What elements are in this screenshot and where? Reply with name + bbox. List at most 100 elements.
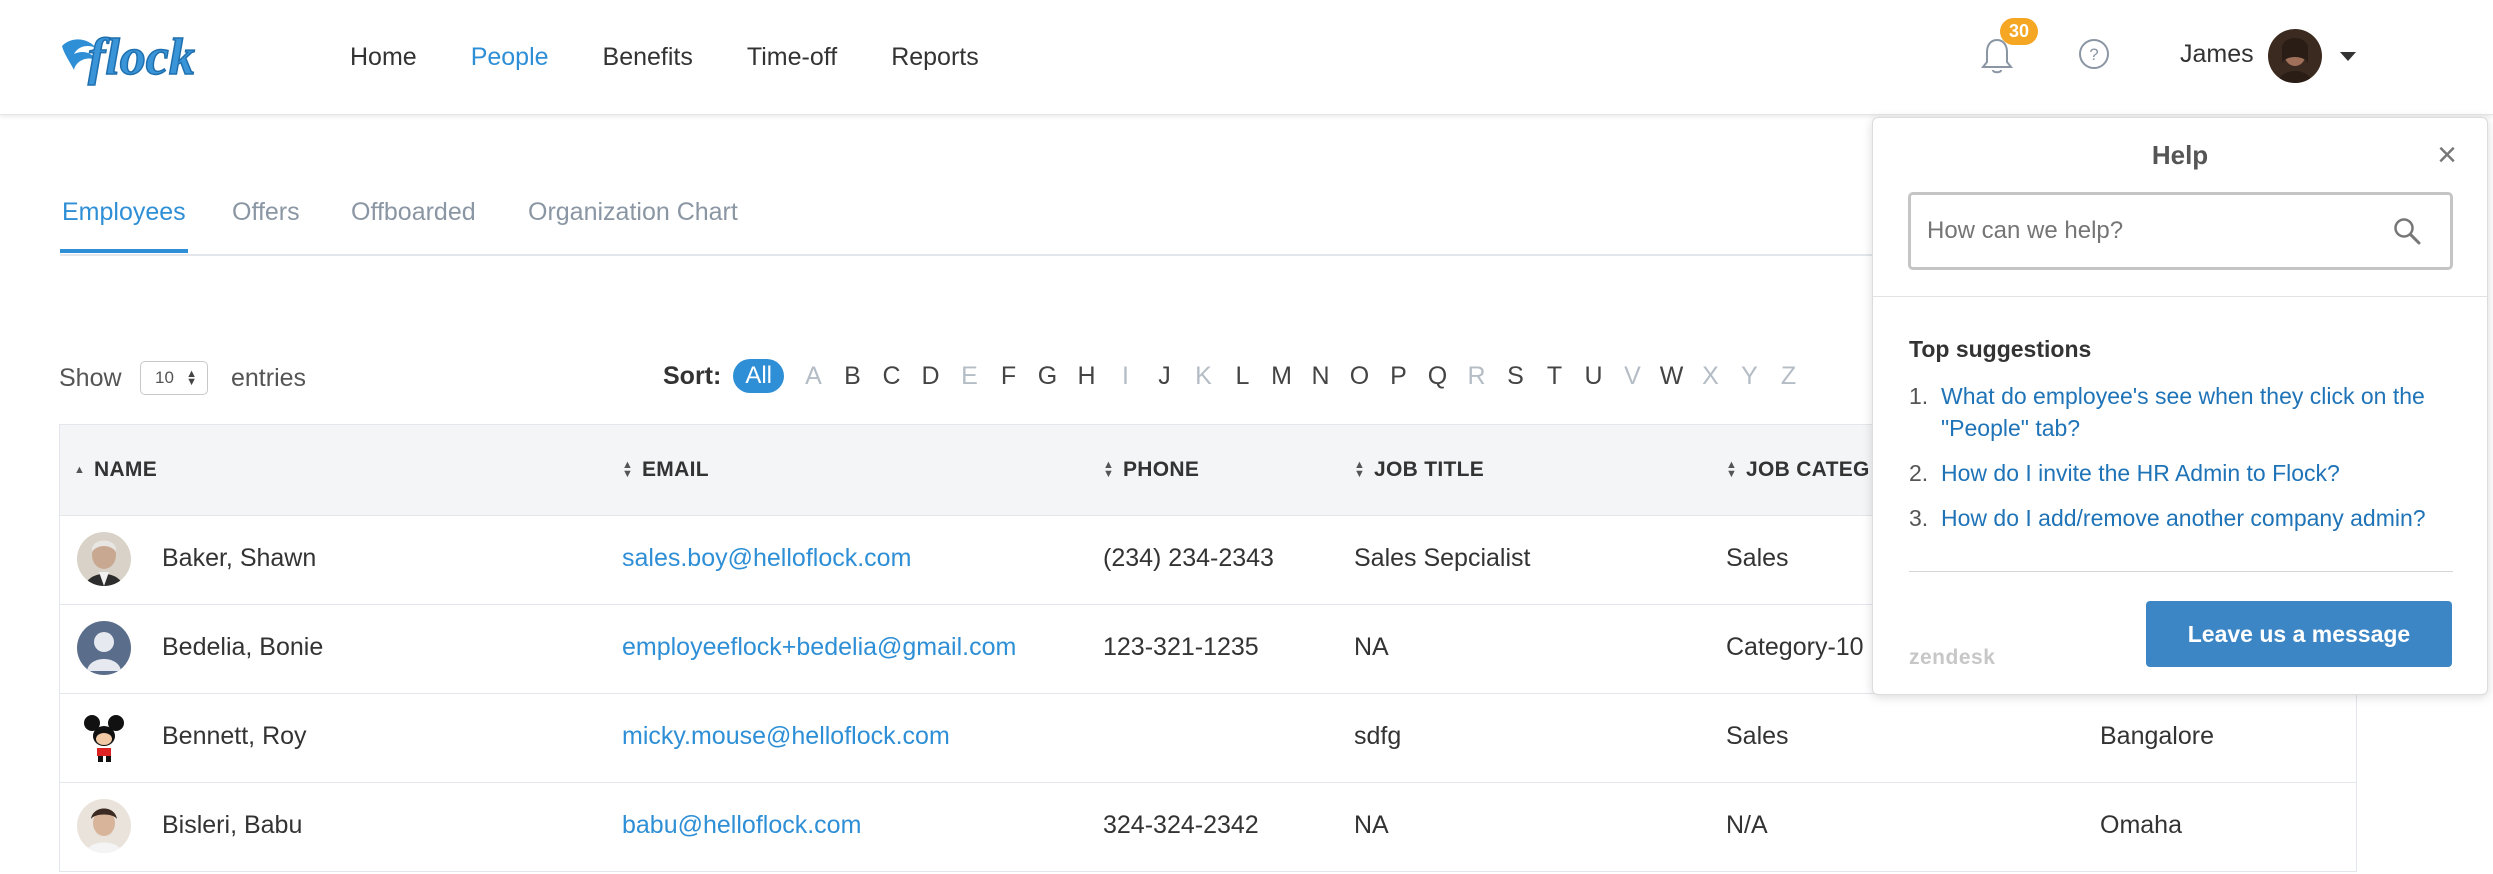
sort-letter-u[interactable]: U — [1574, 362, 1613, 391]
employee-job-category: N/A — [1726, 811, 1768, 839]
help-search-input[interactable] — [1908, 192, 2453, 270]
table-row[interactable]: Bennett, Roy micky.mouse@helloflock.com … — [60, 694, 2356, 783]
zendesk-brand[interactable]: zendesk — [1909, 646, 1995, 670]
employee-email[interactable]: sales.boy@helloflock.com — [622, 544, 911, 573]
suggestion-item: 3. How do I add/remove another company a… — [1909, 502, 2449, 534]
employee-name[interactable]: Bennett, Roy — [162, 722, 307, 751]
show-label: Show — [59, 364, 122, 392]
employee-name[interactable]: Bedelia, Bonie — [162, 633, 323, 662]
suggestion-link[interactable]: What do employee's see when they click o… — [1941, 380, 2449, 444]
employee-job-category: Category-10 — [1726, 633, 1864, 661]
employee-phone: 123-321-1235 — [1103, 633, 1259, 661]
employee-email[interactable]: babu@helloflock.com — [622, 811, 861, 840]
col-header-job-title[interactable]: ▲ ▼ JOB TITLE — [1354, 458, 1484, 482]
help-footer-divider — [1909, 571, 2453, 572]
sort-letter-s[interactable]: S — [1496, 362, 1535, 391]
sort-label: Sort: — [663, 361, 722, 390]
employee-avatar — [77, 799, 131, 853]
employee-job-category: Sales — [1726, 722, 1789, 750]
employee-location: Bangalore — [2100, 722, 2214, 750]
employee-phone: (234) 234-2343 — [1103, 544, 1274, 572]
employee-job-title: NA — [1354, 811, 1389, 839]
tab-offboarded[interactable]: Offboarded — [351, 198, 476, 227]
suggestion-item: 2. How do I invite the HR Admin to Flock… — [1909, 457, 2449, 489]
svg-text:?: ? — [2089, 45, 2098, 64]
col-header-job-category[interactable]: ▲ ▼ JOB CATEG — [1726, 458, 1870, 482]
nav-time-off[interactable]: Time-off — [747, 43, 837, 72]
employee-name[interactable]: Bisleri, Babu — [162, 811, 302, 840]
employee-job-title: sdfg — [1354, 722, 1402, 750]
sort-icon: ▲ ▼ — [1354, 459, 1366, 481]
suggestion-number: 2. — [1909, 460, 1929, 486]
sort-letter-t[interactable]: T — [1535, 362, 1574, 391]
employee-email[interactable]: employeeflock+bedelia@gmail.com — [622, 633, 1016, 662]
search-icon[interactable] — [2392, 216, 2422, 246]
sort-letter-e: E — [961, 361, 978, 390]
sort-letter-d[interactable]: D — [911, 362, 950, 391]
sort-letter-n[interactable]: N — [1301, 362, 1340, 391]
table-row[interactable]: Bisleri, Babu babu@helloflock.com 324-32… — [60, 783, 2356, 872]
employee-job-category: Sales — [1726, 544, 1789, 572]
nav-people[interactable]: People — [471, 43, 549, 72]
sort-letters: ABCDEFGHIJKLMNOPQRSTUVWXYZ — [794, 362, 1808, 391]
help-title: Help — [2151, 140, 2209, 170]
sort-letter-r: R — [1467, 361, 1486, 390]
sort-letter-k: K — [1195, 361, 1212, 390]
tab-offers[interactable]: Offers — [232, 198, 300, 227]
employee-email[interactable]: micky.mouse@helloflock.com — [622, 722, 950, 751]
suggestion-link[interactable]: How do I add/remove another company admi… — [1941, 502, 2426, 534]
entries-value: 10 — [155, 368, 174, 387]
sort-letter-m[interactable]: M — [1262, 362, 1301, 391]
user-menu-caret-icon[interactable] — [2340, 52, 2356, 61]
sort-letter-w[interactable]: W — [1652, 362, 1691, 391]
user-avatar[interactable] — [2268, 29, 2322, 83]
sort-letter-i: I — [1122, 361, 1129, 390]
suggestions-list: 1. What do employee's see when they clic… — [1909, 380, 2449, 547]
entries-select[interactable]: 10 ▲ ▼ — [140, 361, 208, 395]
sort-letter-c[interactable]: C — [872, 362, 911, 391]
help-widget: Help × Top suggestions 1. What do employ… — [1872, 117, 2488, 695]
sort-letter-x: X — [1702, 361, 1719, 390]
sort-icon: ▲ ▼ — [1103, 459, 1115, 481]
sort-icon: ▲ ▼ — [622, 459, 634, 481]
sort-letter-h[interactable]: H — [1067, 362, 1106, 391]
sort-letter-j[interactable]: J — [1145, 362, 1184, 391]
user-name[interactable]: James — [2180, 40, 2254, 69]
tab-organization-chart[interactable]: Organization Chart — [528, 198, 738, 227]
sort-icon: ▲ ▼ — [1726, 459, 1738, 481]
entries-label: entries — [231, 364, 307, 392]
nav-home[interactable]: Home — [350, 43, 417, 72]
suggestion-number: 1. — [1909, 383, 1929, 409]
employee-name[interactable]: Baker, Shawn — [162, 544, 316, 573]
col-header-name[interactable]: ▲ NAME — [74, 458, 157, 482]
nav-reports[interactable]: Reports — [891, 43, 979, 72]
help-divider — [1873, 296, 2487, 297]
top-navbar: flock Home People Benefits Time-off Repo… — [0, 0, 2493, 115]
help-question-icon[interactable]: ? — [2078, 38, 2110, 70]
sort-letter-p[interactable]: P — [1379, 362, 1418, 391]
sort-letter-g[interactable]: G — [1028, 362, 1067, 391]
employee-avatar — [77, 532, 131, 586]
nav-benefits[interactable]: Benefits — [603, 43, 693, 72]
suggestion-link[interactable]: How do I invite the HR Admin to Flock? — [1941, 457, 2340, 489]
sort-letter-l[interactable]: L — [1223, 362, 1262, 391]
col-header-email[interactable]: ▲ ▼ EMAIL — [622, 458, 709, 482]
close-icon[interactable]: × — [2437, 138, 2457, 172]
sort-letter-v: V — [1624, 361, 1641, 390]
employee-job-title: NA — [1354, 633, 1389, 661]
sort-letter-o[interactable]: O — [1340, 362, 1379, 391]
flock-logo[interactable]: flock — [58, 18, 208, 96]
logo-text: flock — [88, 29, 195, 86]
sort-letter-f[interactable]: F — [989, 362, 1028, 391]
sort-letter-q[interactable]: Q — [1418, 362, 1457, 391]
active-tab-underline — [60, 249, 188, 253]
sort-letter-z: Z — [1780, 361, 1797, 390]
employee-avatar-placeholder — [77, 621, 131, 675]
suggestion-item: 1. What do employee's see when they clic… — [1909, 380, 2449, 444]
sort-letter-b[interactable]: B — [833, 362, 872, 391]
alphabet-sort-bar: Sort: All ABCDEFGHIJKLMNOPQRSTUVWXYZ — [663, 356, 1808, 396]
col-header-phone[interactable]: ▲ ▼ PHONE — [1103, 458, 1199, 482]
tab-employees[interactable]: Employees — [62, 198, 186, 227]
sort-all-button[interactable]: All — [733, 359, 784, 393]
leave-message-button[interactable]: Leave us a message — [2146, 601, 2452, 667]
